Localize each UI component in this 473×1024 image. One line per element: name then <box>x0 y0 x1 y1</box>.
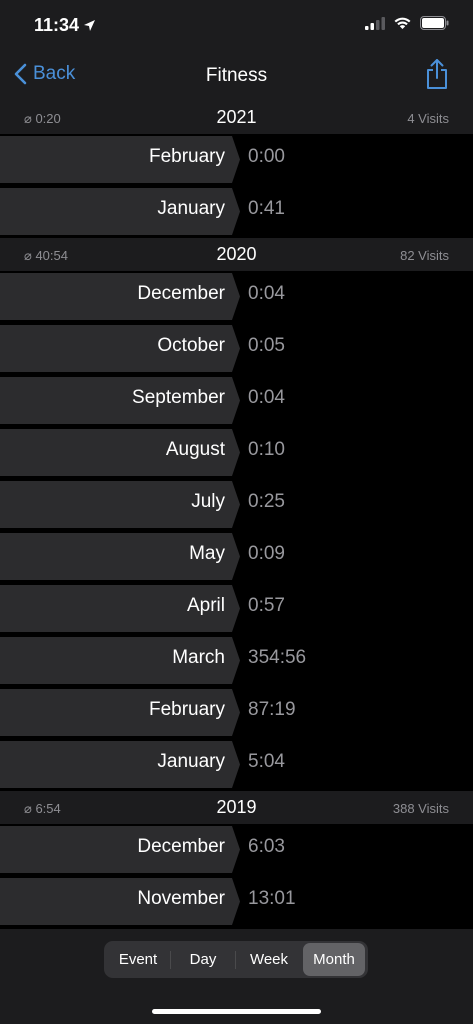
section-header: ⌀ 40:54 2020 82 Visits <box>0 238 473 271</box>
battery-icon <box>420 16 449 30</box>
month-label: September <box>132 387 225 408</box>
visits-list[interactable]: ⌀ 0:20 2021 4 Visits February 0:00 January 0:4… <box>0 101 473 929</box>
month-label: December <box>137 836 225 857</box>
period-segmented-control[interactable]: Event Day Week Month <box>104 941 368 978</box>
clock-time: 11:34 <box>34 15 80 35</box>
duration-value: 0:05 <box>248 335 285 356</box>
section-year: 2021 <box>216 107 257 127</box>
cellular-signal-icon <box>365 16 385 30</box>
month-label: August <box>165 439 225 460</box>
status-icons <box>365 16 449 30</box>
duration-value: 6:03 <box>248 836 285 857</box>
segment-event[interactable]: Event <box>106 943 170 976</box>
duration-value: 0:04 <box>248 283 285 304</box>
status-bar: 11:34 <box>0 0 473 52</box>
status-time: 11:34 <box>34 15 96 36</box>
month-row[interactable]: February 0:00 <box>0 134 473 186</box>
section-visits: 4 Visits <box>407 111 449 126</box>
month-row[interactable]: December 6:03 <box>0 824 473 876</box>
duration-value: 87:19 <box>248 699 296 720</box>
duration-value: 0:10 <box>248 439 285 460</box>
month-label: March <box>172 647 225 668</box>
bottom-toolbar: Event Day Week Month <box>0 929 473 1024</box>
segment-month[interactable]: Month <box>303 943 365 976</box>
month-row[interactable]: April 0:57 <box>0 583 473 635</box>
duration-value: 0:00 <box>248 146 285 167</box>
month-label: May <box>189 543 225 564</box>
duration-value: 0:09 <box>248 543 285 564</box>
month-row[interactable]: October 0:05 <box>0 323 473 375</box>
duration-value: 0:57 <box>248 595 285 616</box>
month-label: February <box>148 146 225 167</box>
month-label: February <box>148 699 225 720</box>
segment-week[interactable]: Week <box>236 943 302 976</box>
duration-value: 13:01 <box>248 888 296 909</box>
share-button[interactable] <box>425 58 449 95</box>
month-label: April <box>186 595 225 616</box>
duration-value: 0:25 <box>248 491 285 512</box>
section-header: ⌀ 0:20 2021 4 Visits <box>0 101 473 134</box>
month-row[interactable]: February 87:19 <box>0 687 473 739</box>
location-arrow-icon <box>84 20 96 31</box>
segment-day[interactable]: Day <box>171 943 235 976</box>
section-visits: 82 Visits <box>400 248 449 263</box>
home-indicator <box>152 1009 321 1014</box>
month-row[interactable]: January 0:41 <box>0 186 473 238</box>
duration-value: 0:41 <box>248 198 285 219</box>
month-row[interactable]: November 13:01 <box>0 876 473 928</box>
month-row[interactable]: January 5:04 <box>0 739 473 791</box>
month-row[interactable]: July 0:25 <box>0 479 473 531</box>
month-label: November <box>137 888 225 909</box>
duration-value: 354:56 <box>248 647 307 668</box>
month-label: January <box>157 751 225 772</box>
month-row[interactable]: September 0:04 <box>0 375 473 427</box>
section-header: ⌀ 6:54 2019 388 Visits <box>0 791 473 824</box>
wifi-icon <box>394 17 411 29</box>
share-icon <box>427 59 447 89</box>
page-title: Fitness <box>205 65 268 86</box>
month-label: October <box>157 335 225 356</box>
month-label: January <box>157 198 225 219</box>
month-label: December <box>137 283 225 304</box>
section-visits: 388 Visits <box>392 801 449 816</box>
duration-value: 0:04 <box>248 387 285 408</box>
month-label: July <box>191 491 225 512</box>
navigation-bar: Back Fitness <box>0 52 473 101</box>
duration-value: 5:04 <box>248 751 285 772</box>
month-row[interactable]: March 354:56 <box>0 635 473 687</box>
month-row[interactable]: May 0:09 <box>0 531 473 583</box>
month-row[interactable]: August 0:10 <box>0 427 473 479</box>
month-row[interactable]: December 0:04 <box>0 271 473 323</box>
